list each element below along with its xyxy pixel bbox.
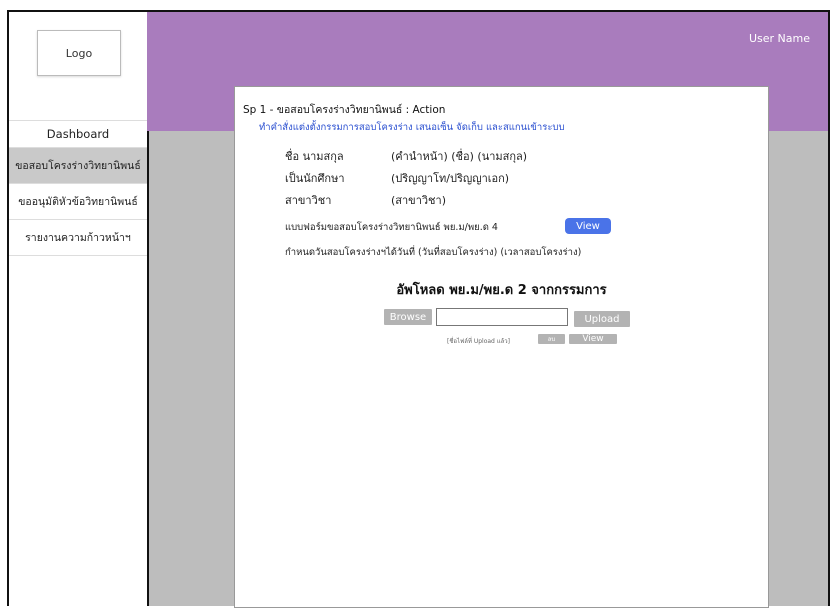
sidebar-item-thesis-topic-approval[interactable]: ขออนุมัติหัวข้อวิทยานิพนธ์	[9, 184, 147, 220]
browse-button[interactable]: Browse	[384, 309, 432, 325]
logo-text: Logo	[65, 46, 93, 60]
field-row-major: สาขาวิชา	[285, 191, 331, 209]
sidebar: Logo Dashboard ขอสอบโครงร่างวิทยานิพนธ์ …	[9, 12, 149, 606]
logo: Logo	[37, 30, 121, 76]
app-frame: Logo Dashboard ขอสอบโครงร่างวิทยานิพนธ์ …	[7, 10, 830, 608]
upload-section-title: อัพโหลด พย.ม/พย.ด 2 จากกรรมการ	[396, 283, 607, 298]
sidebar-item-label: Dashboard	[46, 127, 110, 141]
field-value-major: (สาขาวิชา)	[391, 194, 446, 207]
uploaded-file-name: [ชื่อไฟล์ที่ Upload แล้ว]	[447, 338, 511, 345]
view-form-button[interactable]: View	[565, 218, 611, 234]
upload-button[interactable]: Upload	[574, 311, 630, 327]
user-name[interactable]: User Name	[749, 32, 810, 45]
field-row-degree: เป็นนักศึกษา	[285, 169, 345, 187]
exam-date-text: กำหนดวันสอบโครงร่างฯได้วันที่ (วันที่สอบ…	[285, 247, 582, 258]
sidebar-item-progress-report[interactable]: รายงานความก้าวหน้าฯ	[9, 220, 147, 256]
panel-subtitle: ทำคำสั่งแต่งตั้งกรรมการสอบโครงร่าง เสนอเ…	[259, 122, 565, 133]
form-description: แบบฟอร์มขอสอบโครงร่างวิทยานิพนธ์ พย.ม/พย…	[285, 222, 498, 233]
view-uploaded-button[interactable]: View	[569, 334, 617, 344]
sidebar-nav: Dashboard ขอสอบโครงร่างวิทยานิพนธ์ ขออนุ…	[9, 120, 147, 256]
sidebar-item-label: รายงานความก้าวหน้าฯ	[25, 232, 131, 244]
panel-title: Sp 1 - ขอสอบโครงร่างวิทยานิพนธ์ : Action	[243, 104, 446, 116]
sidebar-item-label: ขออนุมัติหัวข้อวิทยานิพนธ์	[18, 196, 138, 208]
field-row-name: ชื่อ นามสกุล	[285, 147, 344, 165]
field-value-degree: (ปริญญาโท/ปริญญาเอก)	[391, 172, 510, 185]
sidebar-item-thesis-proposal-exam[interactable]: ขอสอบโครงร่างวิทยานิพนธ์	[9, 148, 147, 184]
file-path-input[interactable]	[436, 308, 568, 326]
delete-file-button[interactable]: ลบ	[538, 334, 565, 344]
field-label: เป็นนักศึกษา	[285, 172, 345, 185]
sidebar-item-dashboard[interactable]: Dashboard	[9, 120, 147, 148]
field-label: ชื่อ นามสกุล	[285, 150, 344, 163]
sidebar-item-label: ขอสอบโครงร่างวิทยานิพนธ์	[15, 160, 141, 172]
field-label: สาขาวิชา	[285, 194, 332, 207]
field-value-name: (คำนำหน้า) (ชื่อ) (นามสกุล)	[391, 150, 528, 163]
action-panel: Sp 1 - ขอสอบโครงร่างวิทยานิพนธ์ : Action…	[234, 86, 769, 608]
